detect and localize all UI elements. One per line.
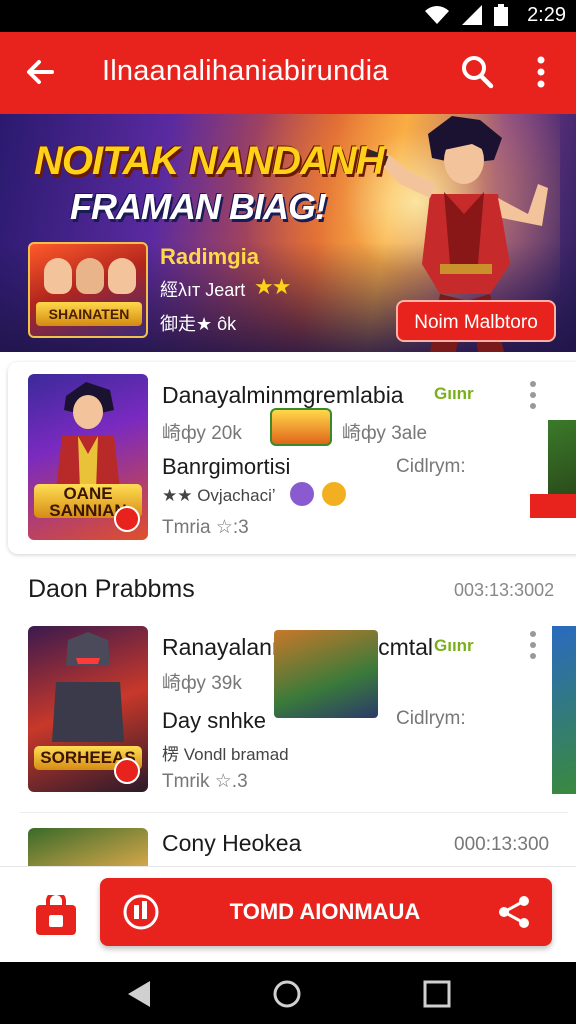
- row-divider: [20, 812, 568, 813]
- primary-action-label: TOMD AIONMAUA: [229, 899, 421, 924]
- game-card[interactable]: OANE SANNIAN Danayalminmgremlabia Gıınr …: [8, 362, 576, 554]
- hero-rating-stars: ★★: [254, 274, 291, 299]
- game-footnote: Tmrik ☆.3: [162, 771, 248, 792]
- more-vert-icon[interactable]: [530, 54, 552, 90]
- hero-game-thumbnail[interactable]: SHAINATEN: [28, 242, 148, 338]
- game-rating-line: 楞 Vondl bramad: [162, 745, 289, 764]
- recents-square-icon[interactable]: [422, 979, 452, 1009]
- game-thumbnail[interactable]: [28, 828, 148, 866]
- back-triangle-icon[interactable]: [124, 979, 154, 1009]
- thumb-character-face: [76, 258, 104, 294]
- signal-icon: [462, 5, 482, 25]
- game-tag: Gıınr: [434, 636, 474, 655]
- game-date: 000:13:300: [454, 834, 550, 855]
- game-footnote: Tmria ☆:3: [162, 517, 249, 538]
- side-promo-image: [552, 626, 576, 794]
- thumb-character-face: [44, 258, 72, 294]
- thumb-badge-icon: [114, 506, 140, 532]
- system-nav-bar: [0, 962, 576, 1024]
- game-card[interactable]: Cony Heokea 000:13:300: [8, 822, 576, 866]
- back-arrow-icon[interactable]: [22, 54, 58, 90]
- search-icon[interactable]: [460, 54, 494, 90]
- hero-thumb-logo: SHAINATEN: [36, 302, 142, 326]
- game-sub-right: Cidlrym:: [396, 456, 466, 477]
- primary-action-button[interactable]: TOMD AIONMAUA: [100, 878, 552, 946]
- thumb-character-illustration: [56, 382, 120, 490]
- wifi-icon: [425, 6, 449, 24]
- side-promo-image: [548, 420, 576, 494]
- more-vert-icon[interactable]: [528, 630, 538, 660]
- game-tag: Gıınr: [434, 384, 474, 403]
- status-bar: 2:29: [0, 0, 576, 32]
- status-icons: [424, 4, 508, 26]
- coin-icon: [290, 482, 314, 506]
- section-title: Daon Prabbms: [28, 575, 195, 603]
- hero-headline: NOITAK NANDANH: [34, 139, 385, 183]
- game-thumbnail[interactable]: OANE SANNIAN: [28, 374, 148, 540]
- game-meta-secondary: 崎фу 3ale: [342, 423, 428, 444]
- game-rating-line: ★★ Ovjachaciʼ: [162, 486, 276, 505]
- game-title: Cony Heokea: [162, 830, 302, 856]
- game-sub-right: Cidlrym:: [396, 708, 466, 729]
- game-card[interactable]: SORHEEAS Ranayalanrnalanmallcmtal Gıınr …: [8, 616, 576, 810]
- hero-game-name: Radimgia: [160, 244, 260, 269]
- thumb-character-illustration: [52, 632, 124, 742]
- game-meta: 崎фу 20k: [162, 423, 242, 444]
- bottom-action-bar: TOMD AIONMAUA: [0, 866, 576, 962]
- hero-banner[interactable]: NOITAK NANDANH FRAMAN BIAG! SHAINATEN Ra…: [0, 114, 576, 352]
- game-subtitle: Day snhke: [162, 708, 266, 733]
- badge-icon: [123, 894, 159, 930]
- app-bar: Ilnaanalihaniabirundia: [0, 32, 576, 114]
- promo-badge-icon: [270, 408, 332, 446]
- hero-cta-button[interactable]: Noim Malbtoro: [396, 300, 556, 342]
- game-thumbnail[interactable]: SORHEEAS: [28, 626, 148, 792]
- more-vert-icon[interactable]: [528, 380, 538, 410]
- game-subtitle: Banrgimortisi: [162, 454, 291, 479]
- status-time: 2:29: [527, 4, 566, 26]
- hero-game-meta: 經λıт Jeart: [160, 280, 246, 300]
- home-circle-icon[interactable]: [272, 979, 302, 1009]
- app-title: Ilnaanalihaniabirundia: [102, 55, 389, 87]
- share-icon[interactable]: [496, 894, 532, 930]
- store-icon[interactable]: [34, 895, 78, 935]
- hero-subheadline: FRAMAN BIAG!: [70, 186, 327, 227]
- thumb-character-face: [108, 258, 136, 294]
- battery-icon: [494, 4, 508, 26]
- side-promo-tag: [530, 494, 576, 518]
- section-date: 003:13:3002: [454, 580, 555, 600]
- coin-icon: [322, 482, 346, 506]
- game-meta: 崎фу 39k: [162, 673, 242, 694]
- hero-game-subtext: 御走★ ôk: [160, 314, 237, 334]
- game-title: Danayalminmgremlabia: [162, 382, 404, 408]
- thumb-badge-icon: [114, 758, 140, 784]
- promo-image: [274, 630, 378, 718]
